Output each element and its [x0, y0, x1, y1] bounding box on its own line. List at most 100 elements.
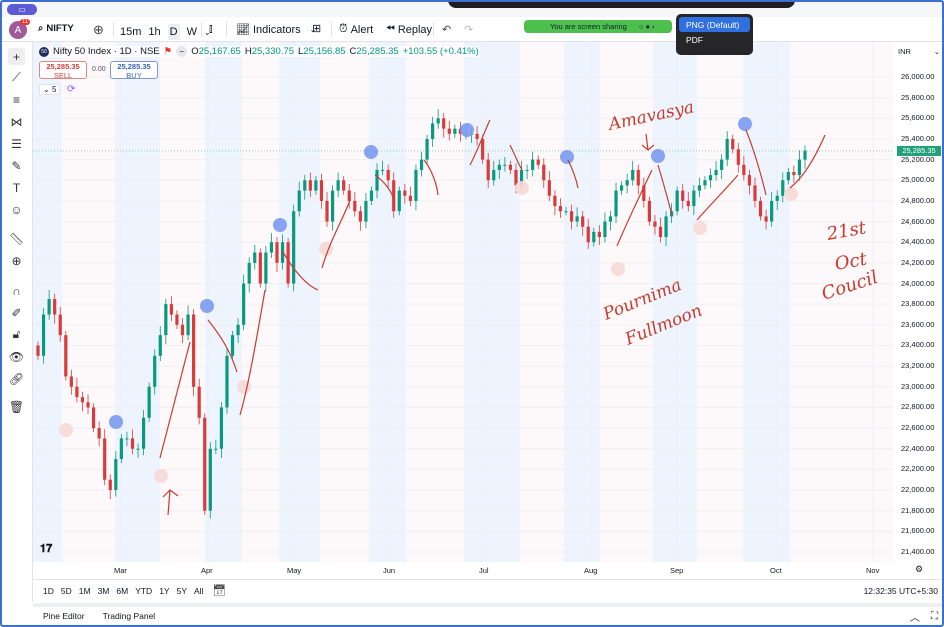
settings-icon[interactable]: ⚙	[915, 564, 923, 575]
candle	[219, 407, 224, 449]
screen-sharing-indicator[interactable]: You are screen sharing ○ ● ›	[524, 20, 672, 33]
plus-circle-icon: ⊕	[93, 22, 104, 37]
new-moon-marker	[560, 150, 574, 164]
screen-share-button[interactable]: ▭	[7, 4, 37, 15]
screen-share-icon: ▭	[18, 5, 26, 14]
candle	[297, 190, 301, 212]
compare-symbol-button[interactable]: ⊕	[93, 22, 104, 38]
maximize-icon[interactable]: ⛶	[931, 611, 938, 622]
sell-button[interactable]: 25,285.35 SELL	[39, 61, 87, 80]
price-chart[interactable]: AmavasyaPournimaFullmoon21stOctCoucil	[33, 42, 944, 562]
zoom-in-icon[interactable]: ⊕	[8, 252, 25, 269]
time-axis[interactable]: ⚙ Mar Apr May Jun Jul Aug Sep Oct Nov	[33, 562, 944, 578]
price-label: 23,600.00	[901, 319, 935, 329]
candle	[475, 133, 479, 139]
symbol-search[interactable]: ⌕ NIFTY	[38, 23, 74, 34]
fib-icon[interactable]: ☰	[8, 135, 25, 152]
emoji-icon[interactable]: ☺	[8, 201, 25, 218]
candle	[119, 438, 123, 460]
buy-button[interactable]: 25,285.35 BUY	[110, 61, 158, 80]
range-1m[interactable]: 1M	[79, 586, 91, 596]
tab-pine-editor[interactable]: Pine Editor	[43, 611, 85, 621]
chart-type-button[interactable]: ⫾	[209, 23, 213, 36]
close-label: C	[349, 46, 357, 57]
current-price-label: 25,285.35	[897, 145, 941, 156]
collapse-icon[interactable]: −	[176, 46, 188, 57]
indicators-toggle[interactable]: ⌄ 5	[39, 84, 61, 95]
candle	[386, 169, 390, 181]
crosshair-icon[interactable]: +	[8, 48, 25, 65]
candle	[714, 169, 718, 176]
candle	[186, 314, 190, 336]
screen-share-controls[interactable]	[448, 0, 795, 8]
eye-icon[interactable]: 👁︎	[8, 348, 25, 365]
ruler-icon[interactable]: 📏︎	[8, 230, 25, 247]
candle	[653, 221, 657, 227]
clock[interactable]: 12:32:35 UTC+5:30	[864, 586, 938, 596]
range-6m[interactable]: 6M	[116, 586, 128, 596]
go-to-date-icon[interactable]: 📅︎	[212, 584, 226, 597]
interval-w[interactable]: W	[187, 26, 197, 38]
candle	[614, 190, 618, 217]
interval-15m[interactable]: 15m	[120, 26, 141, 38]
interval-1h[interactable]: 1h	[148, 26, 160, 38]
lock-icon[interactable]: 🔓︎	[8, 326, 25, 343]
horizontal-lines-icon[interactable]: ≡	[8, 91, 25, 108]
new-moon-marker	[109, 415, 123, 429]
range-5y[interactable]: 5Y	[177, 586, 187, 596]
price-axis[interactable]: 26,000.00 25,800.00 25,600.00 25,400.00 25,2…	[893, 42, 944, 562]
candle	[364, 200, 368, 222]
moon-band	[115, 42, 160, 562]
brush-icon[interactable]: ✎	[8, 157, 25, 174]
symbol-label: NIFTY	[46, 23, 74, 34]
trash-icon[interactable]: 🗑︎	[8, 398, 25, 415]
range-1d[interactable]: 1D	[43, 586, 54, 596]
range-5d[interactable]: 5D	[61, 586, 72, 596]
range-ytd[interactable]: YTD	[135, 586, 152, 596]
date-range-bar: 1D 5D 1M 3M 6M YTD 1Y 5Y All 📅︎ 12:32:35 UTC+5:3…	[33, 579, 944, 601]
tradingview-logo[interactable]: 𝟏𝟕	[40, 543, 52, 556]
magnet-icon[interactable]: ∩	[8, 282, 25, 299]
price-label: 23,000.00	[901, 381, 935, 391]
price-label: 24,600.00	[901, 216, 935, 226]
pattern-icon[interactable]: ⋈	[8, 113, 25, 130]
high-value: 25,330.75	[251, 46, 294, 57]
redo-button[interactable]: ↷	[464, 23, 473, 36]
candle	[264, 252, 268, 284]
price-label: 24,400.00	[901, 237, 935, 247]
search-icon: ⌕	[38, 23, 44, 34]
trend-line-icon[interactable]: ⟋	[8, 69, 25, 86]
menu-item-pdf[interactable]: PDF	[679, 32, 750, 47]
candle	[508, 164, 513, 170]
sell-price: 25,285.35	[46, 62, 80, 71]
layouts-button[interactable]: ⊞	[312, 22, 321, 35]
price-label: 22,200.00	[901, 464, 935, 474]
range-1y[interactable]: 1Y	[159, 586, 169, 596]
text-icon[interactable]: T	[8, 179, 25, 196]
lock-drawing-icon[interactable]: ✐	[8, 304, 25, 321]
refresh-icon[interactable]: ⟳	[67, 84, 75, 95]
alert-button[interactable]: ⏰︎ Alert	[339, 23, 373, 36]
candle	[569, 211, 574, 222]
replay-button[interactable]: ⏪︎ Replay	[386, 23, 432, 36]
range-3m[interactable]: 3M	[98, 586, 110, 596]
interval-d[interactable]: D	[167, 24, 180, 40]
chevron-up-icon[interactable]: ︿	[910, 609, 920, 624]
candle	[292, 211, 296, 284]
range-all[interactable]: All	[194, 586, 203, 596]
candle	[747, 175, 752, 186]
menu-item-png[interactable]: PNG (Default)	[679, 17, 750, 32]
grid-icon: ⊞	[312, 23, 322, 35]
candle	[597, 231, 601, 238]
symbol-title[interactable]: Nifty 50 Index · 1D · NSE	[53, 46, 160, 57]
price-label: 26,000.00	[901, 72, 935, 81]
tab-trading-panel[interactable]: Trading Panel	[103, 611, 156, 621]
redo-icon: ↷	[464, 24, 474, 36]
link-icon[interactable]: 🔗︎	[8, 370, 25, 387]
indicators-button[interactable]: 📈︎ Indicators ⌄	[236, 23, 316, 37]
price-label: 23,200.00	[901, 361, 935, 371]
undo-button[interactable]: ↶	[442, 23, 451, 36]
price-label: 23,800.00	[901, 299, 935, 309]
flag-icon[interactable]: ⚑	[164, 46, 173, 57]
rewind-icon: ⏪︎	[386, 23, 395, 35]
